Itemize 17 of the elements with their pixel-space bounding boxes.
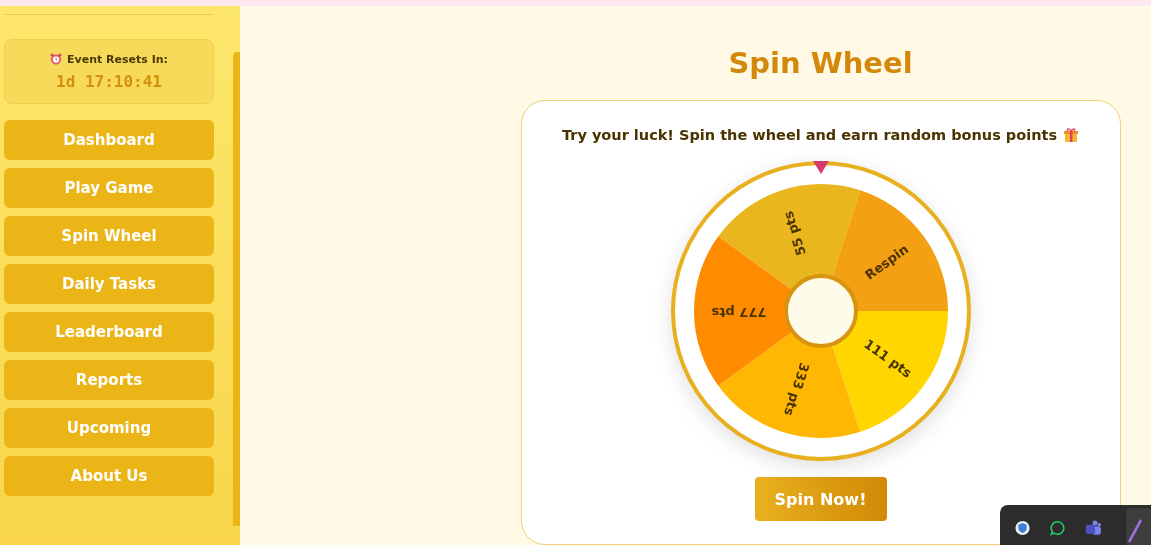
nav-item[interactable]: Daily Tasks: [4, 264, 214, 304]
segment-label: 333 pts: [780, 360, 812, 418]
segment-label: 777 pts: [711, 304, 766, 320]
nav-item[interactable]: Play Game: [4, 168, 214, 208]
page-title: Spin Wheel: [728, 46, 913, 80]
nav-item[interactable]: Spin Wheel: [4, 216, 214, 256]
spin-button[interactable]: Spin Now!: [754, 477, 887, 521]
countdown: 1d 17:10:41: [56, 71, 162, 91]
timer-label: Event Resets In:: [67, 52, 168, 66]
nav-item[interactable]: Upcoming: [4, 408, 214, 448]
segment-label: 55 pts: [780, 209, 809, 258]
intro-text: Try your luck! Spin the wheel and earn random bonus points: [561, 127, 1058, 143]
nav-item[interactable]: Leaderboard: [4, 312, 214, 352]
nav-item[interactable]: Reports: [4, 360, 214, 400]
segment-label: 111 pts: [860, 336, 915, 381]
nav-item[interactable]: Dashboard: [4, 120, 214, 160]
nav-item[interactable]: About Us: [4, 456, 214, 496]
